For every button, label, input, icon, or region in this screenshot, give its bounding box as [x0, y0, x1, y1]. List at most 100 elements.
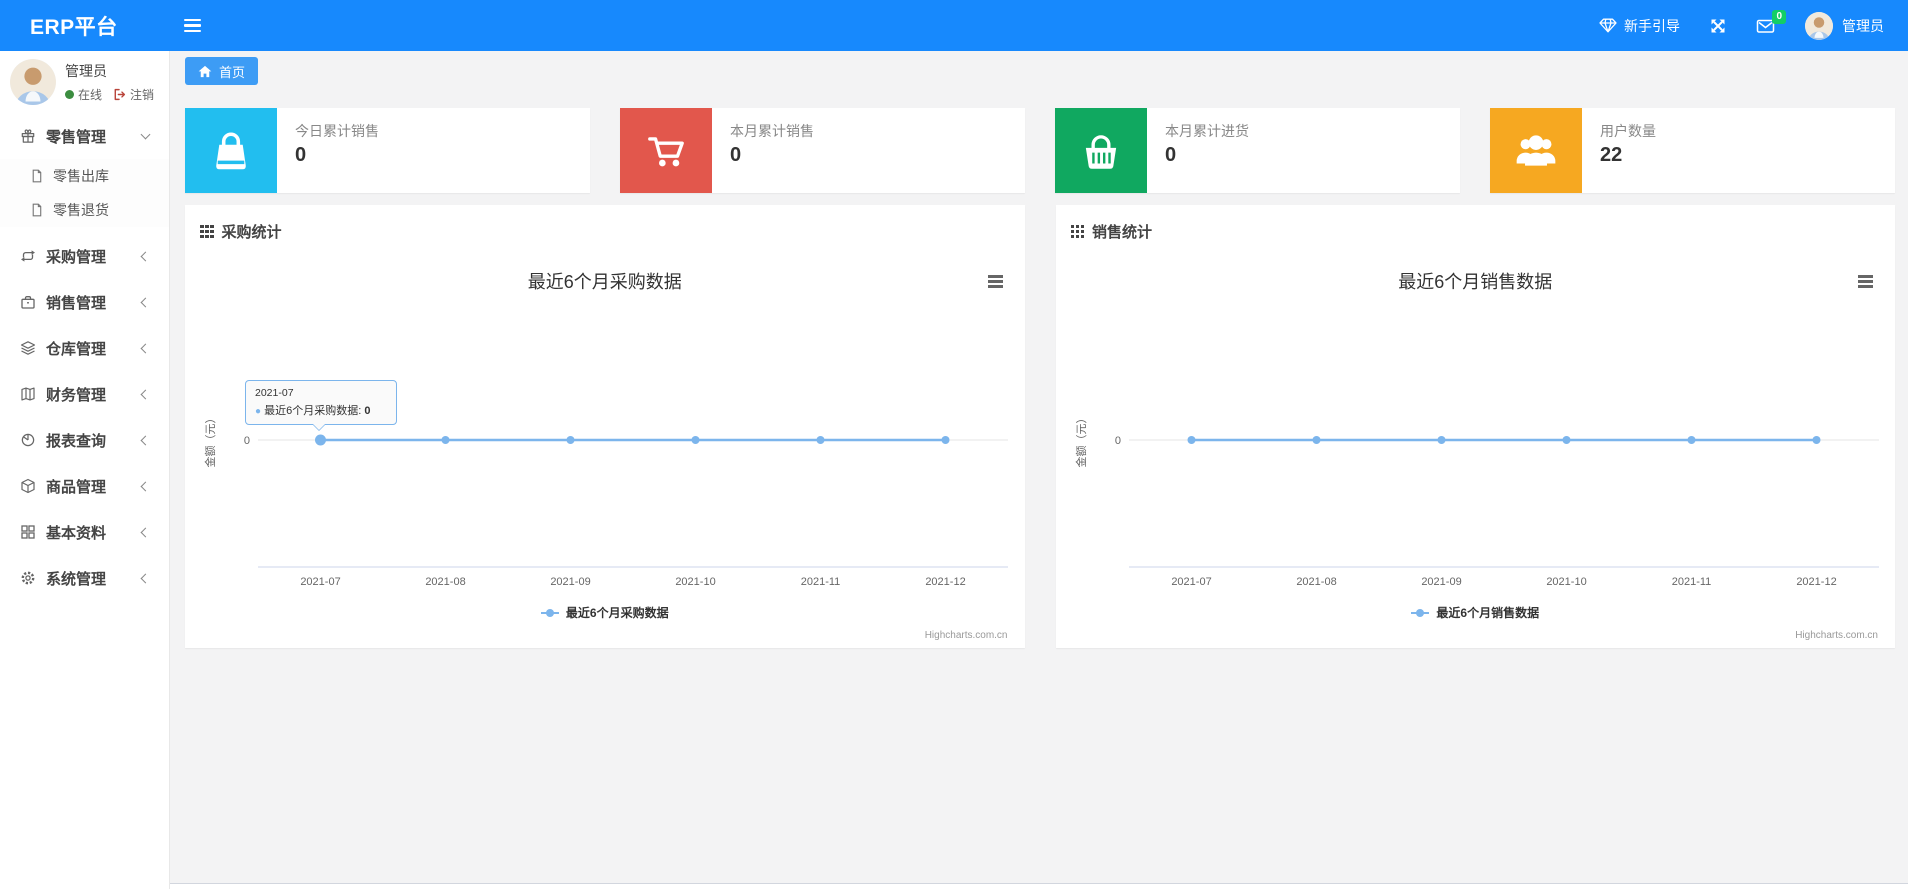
stat-card-user-count: 用户数量 22 — [1490, 108, 1895, 193]
highcharts-credit-link[interactable]: Highcharts.com.cn — [925, 630, 1008, 641]
series-bullet-icon: ● — [255, 406, 262, 417]
svg-text:2021-10: 2021-10 — [1546, 576, 1586, 588]
shopping-bag-icon — [185, 108, 277, 193]
sidebar-item-retail-outbound[interactable]: 零售出库 — [0, 159, 169, 193]
home-icon — [198, 65, 212, 78]
user-name: 管理员 — [1842, 17, 1884, 34]
chevron-left-icon — [140, 573, 151, 583]
purchase-line-chart: 金额（元） 0 2021-07 2021-08 2021-09 2021-10 2021-1… — [203, 413, 1008, 588]
file-icon — [29, 202, 44, 218]
sidebar-item-retail-management[interactable]: 零售管理 — [0, 113, 169, 159]
sidebar-item-label: 销售管理 — [46, 294, 107, 312]
sidebar-item-basic-data[interactable]: 基本资料 — [0, 509, 169, 555]
online-status-label: 在线 — [78, 88, 103, 102]
tooltip-category: 2021-07 — [255, 387, 294, 399]
briefcase-icon — [19, 294, 36, 310]
legend-marker-icon — [1411, 608, 1430, 618]
tab-home[interactable]: 首页 — [185, 57, 259, 85]
purchase-chart: 最近6个月采购数据 金额（元） 0 2021-07 2021-08 2021-09 202… — [200, 254, 1010, 649]
newbie-guide-label: 新手引导 — [1624, 17, 1680, 34]
highcharts-credit-link[interactable]: Highcharts.com.cn — [1795, 630, 1878, 641]
sidebar-toggle-button[interactable] — [183, 18, 201, 33]
chart-legend[interactable]: 最近6个月销售数据 — [1071, 604, 1881, 621]
shopping-cart-icon — [620, 108, 712, 193]
stat-card-title: 用户数量 — [1600, 123, 1656, 139]
svg-text:2021-07: 2021-07 — [300, 576, 340, 588]
messages-count-badge: 0 — [1772, 9, 1786, 24]
chart-context-menu-button[interactable] — [1855, 272, 1876, 291]
user-menu[interactable]: 管理员 — [1805, 11, 1884, 40]
sidebar-item-label: 系统管理 — [46, 570, 107, 588]
gift-icon — [19, 128, 36, 144]
top-navbar: ERP平台 新手引导 0 管理员 — [0, 0, 1908, 51]
stat-card-month-sales: 本月累计销售 0 — [620, 108, 1025, 193]
stat-card-value: 0 — [730, 144, 742, 166]
svg-text:2021-12: 2021-12 — [925, 576, 965, 588]
gear-icon — [19, 570, 36, 586]
loop-icon — [19, 248, 36, 264]
stat-card-month-purchases: 本月累计进货 0 — [1055, 108, 1460, 193]
sidebar: 管理员 在线 注销 零售管理 零售出库 零售退货 采购管理 销售管理 仓库管理 … — [0, 51, 170, 889]
main-content: 首页 今日累计销售 0 本月累计销售 0 本月累计进货 0 用户数量 22 采购… — [170, 51, 1908, 889]
sidebar-item-label: 报表查询 — [46, 432, 107, 450]
chevron-left-icon — [140, 481, 151, 491]
sidebar-item-label: 采购管理 — [46, 248, 107, 266]
sales-chart: 最近6个月销售数据 金额（元） 0 2021-07 2021-08 2021-09 202… — [1071, 254, 1881, 649]
cube-icon — [19, 478, 36, 494]
chart-title: 最近6个月采购数据 — [527, 272, 682, 292]
panel-header: 销售统计 — [1056, 205, 1896, 254]
svg-text:2021-08: 2021-08 — [1296, 576, 1336, 588]
sidebar-item-label: 基本资料 — [46, 524, 107, 542]
fullscreen-button[interactable] — [1710, 18, 1726, 34]
pie-chart-icon — [19, 432, 36, 448]
panel-header: 采购统计 — [185, 205, 1025, 254]
legend-marker-icon — [540, 608, 559, 618]
sidebar-user-name: 管理员 — [65, 63, 107, 79]
tooltip-series-label: 最近6个月采购数据: — [264, 405, 362, 417]
chart-tooltip: 2021-07 ● 最近6个月采购数据: 0 — [245, 380, 397, 431]
chart-context-menu-button[interactable] — [985, 272, 1006, 291]
avatar — [10, 59, 56, 105]
sidebar-item-label: 仓库管理 — [46, 340, 107, 358]
chart-legend[interactable]: 最近6个月采购数据 — [200, 604, 1010, 621]
sidebar-user-panel: 管理员 在线 注销 — [0, 51, 169, 113]
grid-icon — [19, 524, 36, 540]
logout-link[interactable]: 注销 — [112, 86, 154, 103]
svg-text:0: 0 — [244, 435, 250, 447]
panel-sales-stats: 销售统计 最近6个月销售数据 金额（元） 0 2021-07 2021-08 2021-… — [1055, 205, 1896, 649]
stat-card-value: 22 — [1600, 144, 1623, 166]
chevron-left-icon — [140, 297, 151, 307]
sidebar-item-system-management[interactable]: 系统管理 — [0, 555, 169, 601]
chevron-left-icon — [140, 389, 151, 399]
sidebar-item-goods-management[interactable]: 商品管理 — [0, 463, 169, 509]
sidebar-item-sales-management[interactable]: 销售管理 — [0, 279, 169, 325]
sales-line-chart: 金额（元） 0 2021-07 2021-08 2021-09 2021-10 2021-1… — [1074, 413, 1879, 588]
sidebar-item-warehouse-management[interactable]: 仓库管理 — [0, 325, 169, 371]
svg-text:2021-11: 2021-11 — [1671, 576, 1711, 588]
stat-card-value: 0 — [1165, 144, 1177, 166]
brand-logo[interactable]: ERP平台 — [30, 11, 118, 41]
svg-text:金额（元）: 金额（元） — [1074, 413, 1088, 468]
stat-card-today-sales: 今日累计销售 0 — [185, 108, 590, 193]
sidebar-item-report-query[interactable]: 报表查询 — [0, 417, 169, 463]
messages-button[interactable]: 0 — [1756, 9, 1786, 34]
svg-text:0: 0 — [1114, 435, 1120, 447]
sidebar-item-label: 财务管理 — [46, 386, 107, 404]
sidebar-item-retail-returns[interactable]: 零售退货 — [0, 193, 169, 227]
svg-text:2021-09: 2021-09 — [550, 576, 590, 588]
book-icon — [19, 386, 36, 402]
sidebar-item-finance-management[interactable]: 财务管理 — [0, 371, 169, 417]
shopping-basket-icon — [1055, 108, 1147, 193]
sidebar-menu: 零售管理 零售出库 零售退货 采购管理 销售管理 仓库管理 财务管理 报表查询 … — [0, 113, 169, 601]
svg-text:2021-07: 2021-07 — [1171, 576, 1211, 588]
sidebar-item-label: 零售管理 — [46, 128, 107, 146]
sidebar-item-label: 商品管理 — [46, 478, 107, 496]
panel-purchase-stats: 采购统计 最近6个月采购数据 金额（元） 0 2021-07 2021-08 2021-… — [185, 205, 1025, 648]
panel-title: 销售统计 — [1092, 224, 1153, 241]
newbie-guide-link[interactable]: 新手引导 — [1599, 16, 1680, 36]
sidebar-item-purchase-management[interactable]: 采购管理 — [0, 233, 169, 279]
tooltip-value: 0 — [364, 405, 371, 417]
stat-card-title: 本月累计进货 — [1165, 123, 1249, 139]
chevron-left-icon — [140, 251, 151, 261]
users-icon — [1490, 108, 1582, 193]
